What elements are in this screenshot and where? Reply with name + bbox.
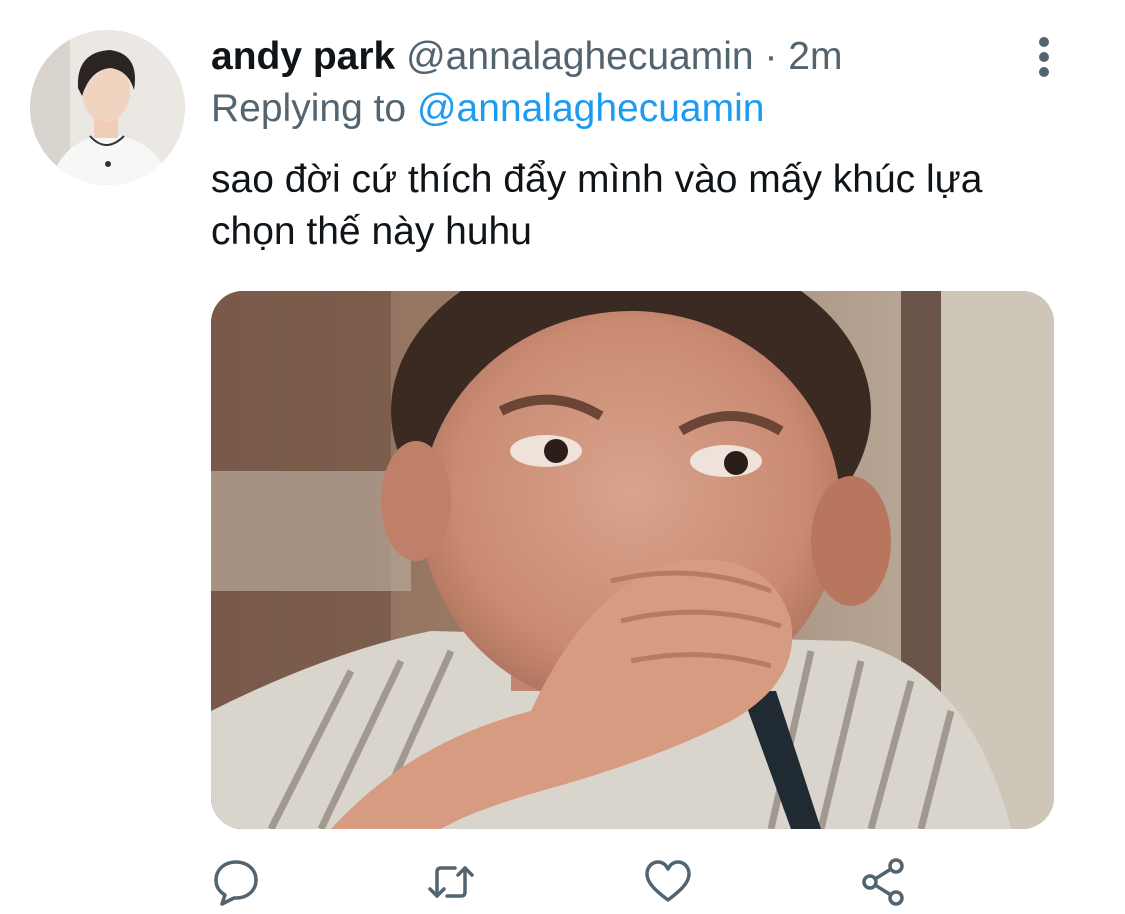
media-image bbox=[211, 291, 1054, 829]
reply-button[interactable] bbox=[210, 856, 262, 908]
reply-to-handle[interactable]: @annalaghecuamin bbox=[417, 87, 765, 130]
reply-icon bbox=[214, 860, 258, 906]
retweet-button[interactable] bbox=[425, 856, 477, 908]
tweet: andy park @annalaghecuamin · 2m Replying… bbox=[0, 0, 1125, 914]
display-name[interactable]: andy park bbox=[211, 35, 395, 78]
retweet-icon bbox=[428, 866, 474, 898]
separator-dot: · bbox=[764, 35, 778, 78]
more-options-button[interactable] bbox=[1024, 36, 1064, 80]
avatar[interactable] bbox=[30, 30, 185, 185]
replying-to: Replying to @annalaghecuamin bbox=[211, 86, 764, 132]
tweet-media[interactable] bbox=[211, 291, 1054, 829]
tweet-actions bbox=[0, 850, 1125, 910]
replying-to-label: Replying to bbox=[211, 87, 407, 130]
tweet-header: andy park @annalaghecuamin · 2m bbox=[211, 34, 995, 80]
timestamp[interactable]: 2m bbox=[788, 35, 842, 78]
more-vertical-icon bbox=[1039, 37, 1049, 77]
user-handle[interactable]: @annalaghecuamin bbox=[406, 35, 754, 78]
share-button[interactable] bbox=[858, 856, 910, 908]
avatar-image bbox=[30, 30, 185, 185]
share-icon bbox=[862, 858, 904, 906]
like-button[interactable] bbox=[642, 856, 694, 908]
tweet-text: sao đời cứ thích đẩy mình vào mấy khúc l… bbox=[211, 158, 983, 253]
heart-icon bbox=[645, 860, 691, 902]
